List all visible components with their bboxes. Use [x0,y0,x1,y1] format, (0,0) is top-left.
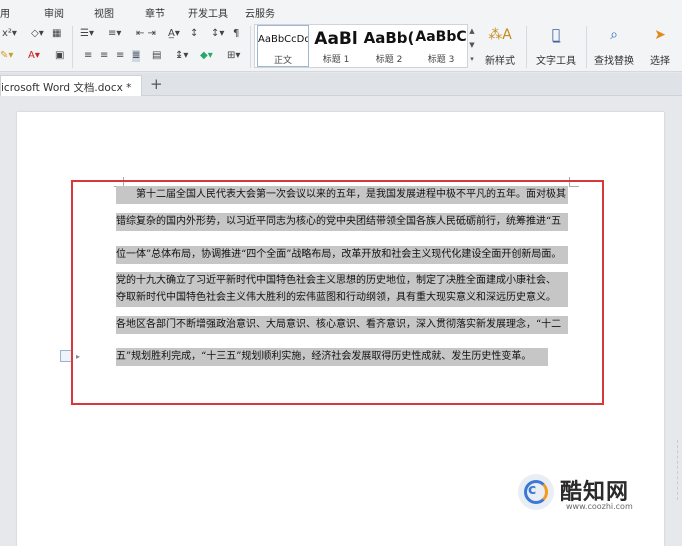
style-gallery-scroll[interactable]: ▲ ▼ ▾ [468,24,476,68]
font-color-icon[interactable]: A▾ [28,50,40,62]
menu-item-cloud[interactable]: 云服务 [245,5,275,20]
style-sample: AaBl [314,29,358,49]
new-tab-button[interactable]: + [150,75,163,93]
menu-item-start[interactable]: 用 [0,5,10,20]
menu-bar: 用 审阅 视图 章节 开发工具 云服务 [0,0,682,22]
numbered-list-icon[interactable]: ≡▾ [108,28,121,40]
indent-icon[interactable]: ⇤ ⇥ [136,28,156,40]
find-replace-label: 查找替换 [594,56,634,67]
justify-icon[interactable]: ≣ [132,50,141,62]
ribbon-separator [72,26,73,68]
ribbon-separator [526,26,527,68]
cursor-arrow-icon: ➤ [654,27,666,43]
align-left-icon[interactable]: ≡ [84,50,92,62]
chevron-up-icon[interactable]: ▲ [468,24,476,38]
style-sample: AaBbC [415,29,467,45]
style-normal[interactable]: AaBbCcDd 正文 [257,25,309,67]
distribute-icon[interactable]: ▤ [152,50,161,62]
document-tab-title: icrosoft Word 文档.docx * [1,82,132,94]
char-shading-icon[interactable]: ▣ [55,50,64,62]
style-heading-2[interactable]: AaBb( 标题 2 [363,25,415,67]
select-label: 选择 [650,56,670,67]
document-tab-bar: icrosoft Word 文档.docx * + [0,73,682,96]
watermark-logo-icon: c [518,474,554,510]
ribbon: x²▾ ◇▾ ▦ ✎▾ A▾ ▣ ☰▾ ≡▾ ⇤ ⇥ A̲▾ ↕ ↕▾ ¶ ≡ … [0,22,682,72]
border-icon[interactable]: ⊞▾ [227,50,240,62]
text-highlight-icon[interactable]: ✎▾ [0,50,13,62]
menu-item-developer[interactable]: 开发工具 [188,5,228,20]
spacing-icon[interactable]: ↨▾ [175,50,188,62]
line-spacing-icon[interactable]: ↕▾ [211,28,224,40]
sort-icon[interactable]: ↕ [190,28,198,40]
scroll-guide [660,440,678,500]
highlight-icon[interactable]: ◇▾ [31,28,44,40]
align-right-icon[interactable]: ≡ [116,50,124,62]
new-style-icon: ⁂A [488,27,512,43]
superscript-icon[interactable]: x²▾ [2,28,17,40]
style-sample: AaBbCcDd [258,34,308,45]
char-border-icon[interactable]: ▦ [52,28,61,40]
style-heading-1[interactable]: AaBl 标题 1 [311,25,361,67]
menu-item-view[interactable]: 视图 [94,5,114,20]
text-tools-label: 文字工具 [536,56,576,67]
style-caption: 正文 [273,56,292,66]
style-heading-3[interactable]: AaBbC 标题 3 [415,25,467,67]
chinese-layout-icon[interactable]: A̲▾ [168,28,180,40]
watermark-url: www.coozhi.com [566,502,633,511]
chevron-down-icon[interactable]: ▼ [468,38,476,52]
select-button[interactable]: ➤ 选择 [642,24,678,70]
ribbon-separator [586,26,587,68]
shading-icon[interactable]: ◆▾ [200,50,213,62]
align-center-icon[interactable]: ≡ [100,50,108,62]
annotation-highlight-box [71,180,604,405]
menu-item-review[interactable]: 审阅 [44,5,64,20]
style-gallery: AaBbCcDd 正文 AaBl 标题 1 AaBb( 标题 2 AaBbC 标… [254,24,468,68]
menu-item-section[interactable]: 章节 [145,5,165,20]
document-tab[interactable]: icrosoft Word 文档.docx * [0,75,142,96]
new-style-button[interactable]: ⁂A 新样式 [478,24,522,70]
style-sample: AaBb( [363,29,415,47]
style-caption: 标题 1 [322,55,350,65]
ribbon-separator [250,26,251,68]
more-icon[interactable]: ▾ [468,52,476,66]
text-tools-icon: 文̲ [551,27,561,43]
bullet-list-icon[interactable]: ☰▾ [80,28,94,40]
style-caption: 标题 2 [375,55,403,65]
text-tools-button[interactable]: 文̲ 文字工具 [530,24,582,70]
style-caption: 标题 3 [427,55,455,65]
new-style-label: 新样式 [485,56,515,67]
show-marks-icon[interactable]: ¶ [233,28,239,40]
find-replace-button[interactable]: ⌕ 查找替换 [590,24,638,70]
magnifier-icon: ⌕ [610,27,618,43]
